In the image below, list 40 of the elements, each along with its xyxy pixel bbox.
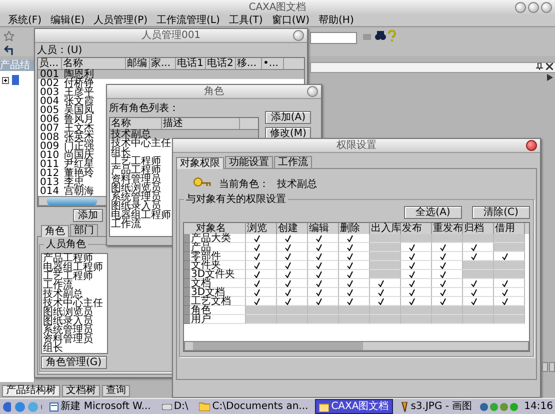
table-cell: 宫朝海 (64, 187, 94, 196)
table-cell-text: 012 (39, 169, 60, 178)
table-cell-text: 006 (39, 115, 60, 124)
window-title: 角色 (204, 86, 224, 98)
table-cell-text: 005 (39, 106, 60, 115)
field-label: 当前角色： (219, 178, 269, 190)
panel-title: 产品结 (0, 60, 34, 71)
table-cell: 付桥铮 (64, 79, 94, 88)
table-cell: 尹红星 (64, 160, 94, 169)
table-cell: 张英杰 (64, 133, 94, 142)
window-title: 人员管理001 (141, 30, 201, 42)
table-cell-text: 009 (39, 142, 60, 151)
table-cell: 鲁风月 (64, 115, 94, 124)
table-cell: 门正强 (64, 142, 94, 151)
table-cell-text: 010 (39, 151, 60, 160)
window-title: CAXA图文档 (248, 2, 306, 14)
table-cell: 王文杰 (64, 124, 94, 133)
table-cell-text: 001 (39, 70, 60, 79)
table-cell: 吴国凤 (64, 106, 94, 115)
table-cell: 王彦平 (64, 88, 94, 97)
group-label: 与对象有关的权限设置 (184, 194, 288, 205)
table-cell-text: 004 (39, 97, 60, 106)
table-cell-text: 003 (39, 88, 60, 97)
table-cell: 董艳玲 (64, 169, 94, 178)
table-cell-text: 013 (39, 178, 60, 187)
table-cell-text: 002 (39, 79, 60, 88)
window-title: 权限设置 (336, 140, 376, 152)
table-cell-text: 014 (39, 187, 60, 196)
table-cell-text: 011 (39, 160, 60, 169)
list-label: 人员：(U) (37, 45, 84, 56)
table-cell: 陶恩利 (64, 70, 94, 79)
list-label: 所有角色列表： (109, 103, 180, 114)
table-cell: 李忠 (64, 178, 84, 187)
table-cell-text: 007 (39, 124, 60, 133)
role-value: 技术副总 (277, 178, 317, 190)
table-cell: 尚国庆 (64, 151, 94, 160)
group-label: 人员角色 (44, 239, 88, 250)
table-cell: 张文霞 (64, 97, 94, 106)
clock: 14:16 (524, 400, 553, 412)
table-cell-text: 008 (39, 133, 60, 142)
